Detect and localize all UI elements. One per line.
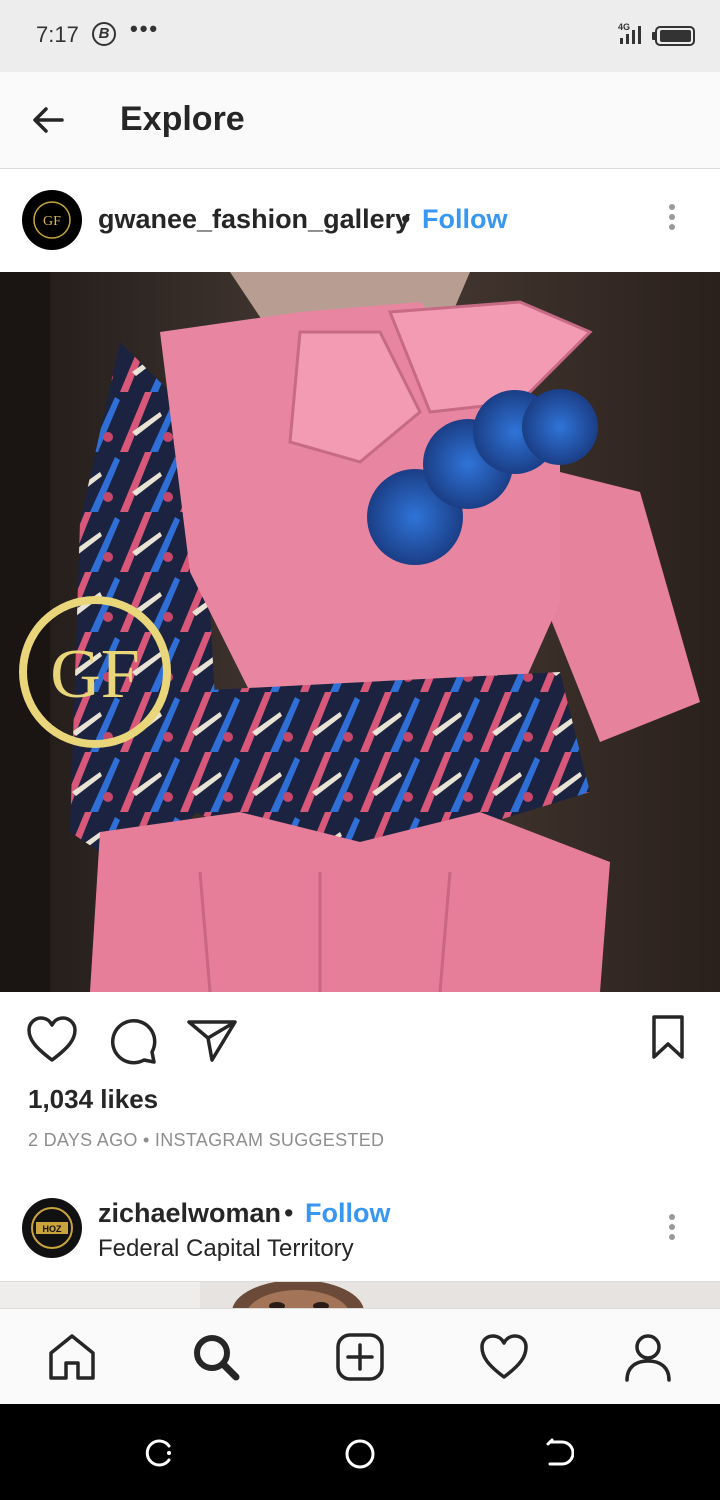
post-location[interactable]: Federal Capital Territory <box>98 1235 354 1263</box>
post-username[interactable]: gwanee_fashion_gallery <box>98 204 410 235</box>
watermark-text: GF <box>50 636 139 713</box>
network-type-label: 4G <box>618 22 630 32</box>
follow-button[interactable]: Follow <box>422 204 507 235</box>
separator-dot: • <box>284 1198 294 1228</box>
recent-apps-icon[interactable] <box>145 1438 175 1468</box>
bottom-tab-bar <box>0 1308 720 1405</box>
avatar-logo-text: HOZ <box>43 1224 63 1234</box>
more-options-icon[interactable] <box>662 200 682 240</box>
app-bar: Explore <box>0 72 720 169</box>
post-meta: 2 DAYS AGO • INSTAGRAM SUGGESTED <box>28 1130 385 1150</box>
page-title: Explore <box>120 100 245 138</box>
comment-icon[interactable] <box>108 1016 158 1066</box>
like-heart-icon[interactable] <box>26 1016 78 1064</box>
avatar-logo-text: GF <box>43 214 61 229</box>
signal-icon: 4G <box>618 22 641 44</box>
post-actions <box>0 992 720 1084</box>
activity-heart-icon[interactable] <box>478 1331 530 1383</box>
back-nav-icon[interactable] <box>544 1438 574 1468</box>
system-nav-bar <box>0 1404 720 1500</box>
post-header-2: HOZ zichaelwoman • Follow Federal Capita… <box>0 1180 720 1282</box>
follow-button[interactable]: Follow <box>305 1198 390 1229</box>
avatar[interactable]: GF <box>22 190 82 250</box>
bookmark-icon[interactable] <box>650 1014 686 1060</box>
likes-count[interactable]: 1,034 likes <box>28 1084 158 1115</box>
post-username[interactable]: zichaelwoman <box>98 1198 281 1229</box>
arrow-left-icon[interactable] <box>28 100 68 140</box>
b-badge-icon: B <box>92 22 116 46</box>
share-send-icon[interactable] <box>186 1016 238 1064</box>
home-circle-icon[interactable] <box>344 1438 376 1470</box>
add-post-icon[interactable] <box>334 1331 386 1383</box>
home-icon[interactable] <box>46 1331 98 1383</box>
post-image[interactable]: GF <box>0 272 720 992</box>
post-header: GF gwanee_fashion_gallery • Follow <box>0 170 720 272</box>
more-options-icon[interactable] <box>662 1210 682 1250</box>
search-icon[interactable] <box>190 1331 242 1383</box>
post-image-2[interactable] <box>0 1281 720 1309</box>
avatar[interactable]: HOZ <box>22 1198 82 1258</box>
separator-dot: • <box>401 204 411 234</box>
status-time: 7:17 <box>36 22 79 47</box>
profile-icon[interactable] <box>622 1331 674 1383</box>
status-bar: 7:17 B ••• 4G <box>0 0 720 72</box>
status-more-dots: ••• <box>130 16 160 41</box>
battery-icon <box>652 26 695 46</box>
